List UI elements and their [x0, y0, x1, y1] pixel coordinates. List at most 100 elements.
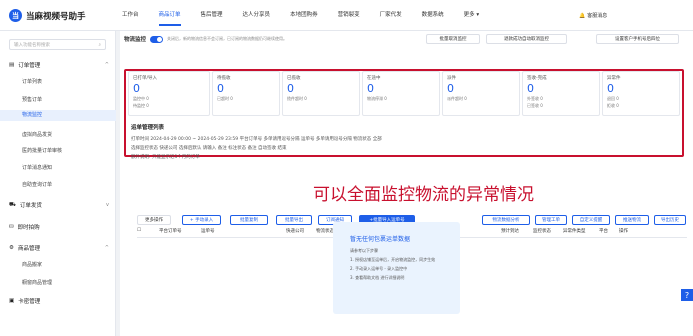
nav-marketing[interactable]: 营销裂变	[338, 10, 360, 18]
group-label: 卡密管理	[18, 299, 41, 305]
stat-sub: 物流停滞 0	[367, 96, 387, 101]
col-order: 平台订单号	[159, 229, 182, 234]
sidebar-item-logistics[interactable]: 物流监控	[0, 110, 116, 121]
batch-export-button[interactable]: 批量导出	[276, 215, 312, 225]
more-actions-button[interactable]: 更多操作	[137, 215, 171, 225]
chevron-up-icon: ^	[104, 245, 109, 251]
col-abnormal: 异常件类型	[563, 229, 586, 234]
sidebar-item-virtual[interactable]: 虚拟商品发货	[22, 131, 52, 138]
sidebar-item-window[interactable]: 橱窗商品管理	[22, 279, 52, 286]
col-ops: 操作	[619, 229, 628, 234]
filter-row-2[interactable]: 选择监控状态 快递公司 选择后默认 请输入 备注 标注状态 备注 自动签收 结束	[131, 145, 691, 151]
sidebar-item-notify[interactable]: 订单消息通知	[22, 164, 52, 171]
sidebar: 输入功能名称搜索 ⌕ ▤ 订单管理 ^ 订单列表 预售订单 物流监控 虚拟商品发…	[0, 31, 116, 336]
group-label: 订单发货	[19, 203, 42, 209]
notify-button[interactable]: 🔔 客服消息	[579, 12, 607, 20]
overlay-caption: 可以全面监控物流的异常情况	[313, 185, 534, 205]
stat-sub2: 待监控 0	[133, 103, 149, 108]
col-eta: 预计到达	[501, 229, 519, 234]
sidebar-group-goods[interactable]: ⚙ 商品管理 ^	[9, 244, 109, 252]
truck-icon: ⛟	[9, 201, 16, 208]
sidebar-search-input[interactable]: 输入功能名称搜索 ⌕	[9, 39, 106, 50]
stat-sub: 外签收 0	[527, 96, 543, 101]
sidebar-item-self-query[interactable]: 自助查询订单	[22, 181, 52, 188]
card-icon: ▣	[9, 298, 15, 304]
sidebar-item-order-list[interactable]: 订单列表	[22, 78, 42, 85]
logo-icon: 当	[9, 9, 22, 22]
sidebar-item-move[interactable]: 商品搬家	[22, 261, 42, 268]
analysis-button[interactable]: 物流数据分析	[482, 215, 530, 225]
stat-value: 0	[367, 82, 374, 95]
page-title: 物流监控	[124, 37, 147, 43]
search-placeholder: 输入功能名称搜索	[14, 42, 50, 48]
stat-card-imported[interactable]: 已打单/导入 0 监控中 0 待监控 0	[128, 71, 210, 116]
nav-talent[interactable]: 达人分享员	[243, 10, 271, 18]
chevron-up-icon: ^	[104, 62, 109, 68]
nav-more[interactable]: 更多 ▾	[464, 10, 480, 18]
stat-sub2: 已签收 0	[527, 103, 543, 108]
nav-workbench[interactable]: 工作台	[122, 10, 139, 18]
app-logo[interactable]: 当 当麻视频号助手	[9, 9, 86, 22]
stat-card-pending[interactable]: 待揽收 0 已超时 0	[212, 71, 280, 116]
stat-sub: 揽件超时 0	[287, 96, 307, 101]
stat-sub: 已超时 0	[217, 96, 233, 101]
stat-card-delivering[interactable]: 派件 0 派件超时 0	[442, 71, 520, 116]
stat-title: 异常件	[607, 76, 621, 81]
stat-title: 已打单/导入	[133, 76, 158, 81]
history-button[interactable]: 导出历史	[654, 215, 686, 225]
sidebar-group-cards[interactable]: ▣ 卡密管理	[9, 297, 109, 305]
stat-sub: 退回 0	[607, 96, 619, 101]
top-bar: 当 当麻视频号助手 工作台 商品订单 售后管理 达人分享员 本地团购券 营销裂变…	[0, 0, 693, 31]
phone-setting-button[interactable]: 设置客户手机号后四位	[596, 34, 679, 44]
monitor-toggle[interactable]	[150, 35, 164, 43]
stat-title: 已揽收	[287, 76, 301, 81]
refund-cancel-button[interactable]: 退款成功自动取消监控	[486, 34, 567, 44]
section-title: 运单管理列表	[131, 125, 165, 131]
nav-factory[interactable]: 厂家代发	[380, 10, 402, 18]
stat-sub: 派件超时 0	[447, 96, 467, 101]
stat-value: 0	[607, 82, 614, 95]
nav-local[interactable]: 本地团购券	[290, 10, 318, 18]
stat-card-signed[interactable]: 签收-完成 0 外签收 0 已签收 0	[522, 71, 600, 116]
batch-cancel-button[interactable]: 批量取消监控	[426, 34, 480, 44]
stat-title: 签收-完成	[527, 76, 547, 81]
sidebar-group-shipping[interactable]: ⛟ 订单发货 v	[9, 201, 109, 210]
empty-line: 1. 授权店铺至运单后，开启物流监控，同步生效	[350, 257, 436, 262]
ticket-button[interactable]: 管理工单	[535, 215, 567, 225]
empty-line[interactable]: 3. 查看帮助文档 进行详细说明	[350, 275, 455, 281]
filter-row-3: 额外说明: 只能显示近3个月的订单	[131, 155, 200, 160]
page-header: 物流监控 关闭后，新的物流信息不会订阅，已订阅的物流数据仍可继续使用。	[124, 35, 287, 43]
stat-sub: 监控中 0	[133, 96, 149, 101]
group-label: 订单管理	[18, 63, 41, 69]
goods-icon: ⚙	[9, 245, 14, 251]
checkbox[interactable]: ☐	[137, 228, 145, 237]
col-company: 快递公司	[286, 229, 304, 234]
push-button[interactable]: 推送物流	[615, 215, 649, 225]
stat-card-transit[interactable]: 在途中 0 物流停滞 0	[362, 71, 440, 116]
reminder-button[interactable]: 自定义提醒	[572, 215, 610, 225]
sidebar-group-orders[interactable]: ▤ 订单管理 ^	[9, 61, 109, 69]
nav-data[interactable]: 数据系统	[422, 10, 444, 18]
manual-add-button[interactable]: + 手动录入	[182, 215, 221, 225]
sidebar-group-instant[interactable]: ⛁ 即时拍购	[9, 223, 109, 231]
col-index	[145, 228, 159, 237]
empty-line[interactable]: 2. 手动录入运单号 - 录入监控中	[350, 266, 455, 272]
stat-card-abnormal[interactable]: 异常件 0 退回 0 拒收 0	[602, 71, 680, 116]
sidebar-item-medical[interactable]: 医药批量订单审核	[22, 147, 62, 154]
stat-value: 0	[447, 82, 454, 95]
nav-orders[interactable]: 商品订单	[158, 10, 181, 26]
col-monitor: 监控状态	[533, 229, 551, 234]
group-label: 即时拍购	[17, 225, 40, 231]
help-icon[interactable]: ?	[681, 289, 693, 301]
nav-aftersale[interactable]: 售后管理	[201, 10, 223, 18]
stat-title: 待揽收	[217, 76, 231, 81]
col-platform: 平台	[599, 229, 608, 234]
group-label: 商品管理	[17, 246, 40, 252]
sidebar-item-presale[interactable]: 预售订单	[22, 96, 42, 103]
stat-card-collected[interactable]: 已揽收 0 揽件超时 0	[282, 71, 360, 116]
empty-title: 暂无任何包裹运单数据	[350, 236, 411, 243]
stat-value: 0	[527, 82, 534, 95]
filter-row-1[interactable]: 打单时间 2024-04-29 00:00 ~ 2024-05-29 23:59…	[131, 136, 691, 142]
batch-copy-button[interactable]: 批量复制	[230, 215, 268, 225]
filter-bar: 打单时间 2024-04-29 00:00 ~ 2024-05-29 23:59…	[131, 136, 691, 170]
